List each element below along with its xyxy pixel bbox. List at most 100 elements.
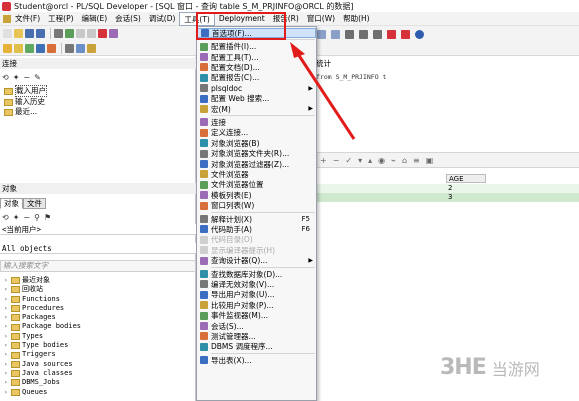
tools-menu-item[interactable]: 连接 xyxy=(197,117,316,127)
gear-icon[interactable]: ✦ xyxy=(13,213,20,222)
save-icon[interactable] xyxy=(25,29,34,38)
tools-menu-item[interactable]: 会话(S)... xyxy=(197,321,316,331)
menu-file[interactable]: 文件(F) xyxy=(11,12,44,26)
close-window-icon[interactable] xyxy=(387,29,396,39)
expand-icon[interactable]: › xyxy=(4,360,9,369)
prev-icon[interactable]: ▴ xyxy=(368,156,372,165)
tools-menu-item[interactable]: 模板列表(E) xyxy=(197,190,316,200)
tools-menu-item[interactable]: 配置 Web 搜索... xyxy=(197,93,316,103)
tools-menu-item[interactable]: 查询设计器(Q)... ▶ xyxy=(197,255,316,265)
list-item[interactable]: 载入用户 xyxy=(4,85,47,97)
tools-menu-item[interactable]: 窗口列表(W) xyxy=(197,200,316,210)
browser-icon[interactable] xyxy=(76,43,85,53)
binoculars-icon[interactable]: ◉ xyxy=(378,156,385,165)
tools-menu-item[interactable]: 对象浏览器(B) xyxy=(197,138,316,148)
menu-project[interactable]: 工程(P) xyxy=(44,12,77,26)
layout-icon[interactable] xyxy=(345,29,354,39)
object-filter-select[interactable]: All objects xyxy=(0,243,196,254)
tools-menu-item[interactable]: 宏(M) ▶ xyxy=(197,104,316,114)
new-icon[interactable] xyxy=(3,29,12,38)
tree-item[interactable]: › Java sources xyxy=(4,360,81,369)
tree-item[interactable]: › Type bodies xyxy=(4,341,81,350)
menu-debug[interactable]: 调试(D) xyxy=(145,12,180,26)
run-icon[interactable] xyxy=(65,29,74,38)
table-row[interactable]: 3 xyxy=(316,193,579,202)
tree-item[interactable]: › Queues xyxy=(4,388,81,397)
redo-icon[interactable] xyxy=(87,29,96,38)
save-icon[interactable]: ▣ xyxy=(426,156,434,165)
expand-icon[interactable]: › xyxy=(4,295,9,304)
key-icon[interactable] xyxy=(3,43,12,53)
tools-menu-item[interactable]: 导出用户对象(U)... xyxy=(197,290,316,300)
column-header[interactable]: AGE xyxy=(446,174,486,183)
pin-icon[interactable]: ✎ xyxy=(34,73,41,82)
expand-icon[interactable]: › xyxy=(4,322,9,331)
tab-objects[interactable]: 对象 xyxy=(0,198,23,209)
menu-window[interactable]: 窗口(W) xyxy=(303,12,339,26)
close-all-icon[interactable] xyxy=(401,29,410,39)
tree-item[interactable]: › Triggers xyxy=(4,350,81,359)
add-row-icon[interactable]: + xyxy=(320,156,327,165)
tree-item[interactable]: › Packages xyxy=(4,313,81,322)
tree-item[interactable]: › Package bodies xyxy=(4,322,81,331)
tools-menu-item[interactable]: 测试管理器... xyxy=(197,331,316,341)
print-icon[interactable] xyxy=(54,29,63,38)
tools-menu-item[interactable]: DBMS 调度程序... xyxy=(197,342,316,352)
tab-stats[interactable]: 统计 xyxy=(316,58,331,69)
tools-menu-item[interactable]: 配置插件(I)... xyxy=(197,41,316,51)
gear-icon[interactable]: ✦ xyxy=(13,73,20,82)
sql-text[interactable]: from S_M_PRJINFO t xyxy=(316,73,386,81)
delete-row-icon[interactable]: − xyxy=(333,156,340,165)
save-all-icon[interactable] xyxy=(36,29,45,38)
post-icon[interactable]: ✓ xyxy=(345,156,352,165)
refresh-icon[interactable]: ⟲ xyxy=(2,73,9,82)
menu-session[interactable]: 会话(S) xyxy=(111,12,145,26)
tree-item[interactable]: › Procedures xyxy=(4,304,81,313)
undo-icon[interactable] xyxy=(76,29,85,38)
export-icon[interactable]: ≡ xyxy=(413,156,420,165)
filter-icon[interactable]: ⚑ xyxy=(44,213,51,222)
refresh-icon[interactable]: ⟲ xyxy=(2,213,9,222)
tree-item[interactable]: › 最近对象 xyxy=(4,276,81,285)
tools-menu-item[interactable]: 对象浏览器过滤器(Z)... xyxy=(197,159,316,169)
menu-help[interactable]: 帮助(H) xyxy=(339,12,374,26)
expand-icon[interactable]: › xyxy=(4,341,9,350)
tree-item[interactable]: › 回收站 xyxy=(4,285,81,294)
connect-icon[interactable] xyxy=(14,43,23,53)
execute-icon[interactable] xyxy=(25,43,34,53)
tools-menu-item[interactable]: 代码助手(A) F6 xyxy=(197,224,316,234)
expand-icon[interactable]: › xyxy=(4,304,9,313)
describe-icon[interactable] xyxy=(317,29,326,39)
tree-item[interactable]: › DBMS_Jobs xyxy=(4,378,81,387)
tree-item[interactable]: › Java classes xyxy=(4,369,81,378)
tree-item[interactable]: › Functions xyxy=(4,295,81,304)
tools-menu-item[interactable]: 比较用户对象(P)... xyxy=(197,300,316,310)
expand-icon[interactable]: › xyxy=(4,378,9,387)
tools-menu-item[interactable]: 事件监视器(M)... xyxy=(197,310,316,320)
expand-icon[interactable]: › xyxy=(4,332,9,341)
tools-menu-item[interactable]: plsqldoc ▶ xyxy=(197,83,316,93)
table-icon[interactable] xyxy=(373,29,382,39)
list-item[interactable]: 输入历史 xyxy=(4,97,47,107)
tree-item[interactable]: › Types xyxy=(4,332,81,341)
tools-menu-item[interactable]: 对象浏览器文件夹(R)... xyxy=(197,148,316,158)
explain-icon[interactable] xyxy=(65,43,74,53)
folder-icon[interactable] xyxy=(87,43,96,53)
tools-menu-item[interactable]: 定义连接... xyxy=(197,128,316,138)
remove-icon[interactable]: − xyxy=(23,73,30,82)
expand-icon[interactable]: › xyxy=(4,388,9,397)
open-icon[interactable] xyxy=(14,29,23,38)
stop-icon[interactable] xyxy=(98,29,107,38)
find-icon[interactable] xyxy=(109,29,118,38)
rollback-icon[interactable] xyxy=(47,43,56,53)
grid-icon[interactable] xyxy=(359,29,368,39)
query-icon[interactable] xyxy=(331,29,340,39)
commit-icon[interactable] xyxy=(36,43,45,53)
object-search-input[interactable]: 输入搜索文字 xyxy=(0,260,196,272)
remove-icon[interactable]: − xyxy=(23,213,30,222)
filter-icon[interactable]: ⌁ xyxy=(391,156,396,165)
expand-icon[interactable]: › xyxy=(4,276,9,285)
tools-menu-item[interactable]: 文件浏览器 xyxy=(197,169,316,179)
first-icon[interactable]: ▾ xyxy=(358,156,362,165)
tools-menu-item[interactable]: 查找数据库对象(D)... xyxy=(197,269,316,279)
